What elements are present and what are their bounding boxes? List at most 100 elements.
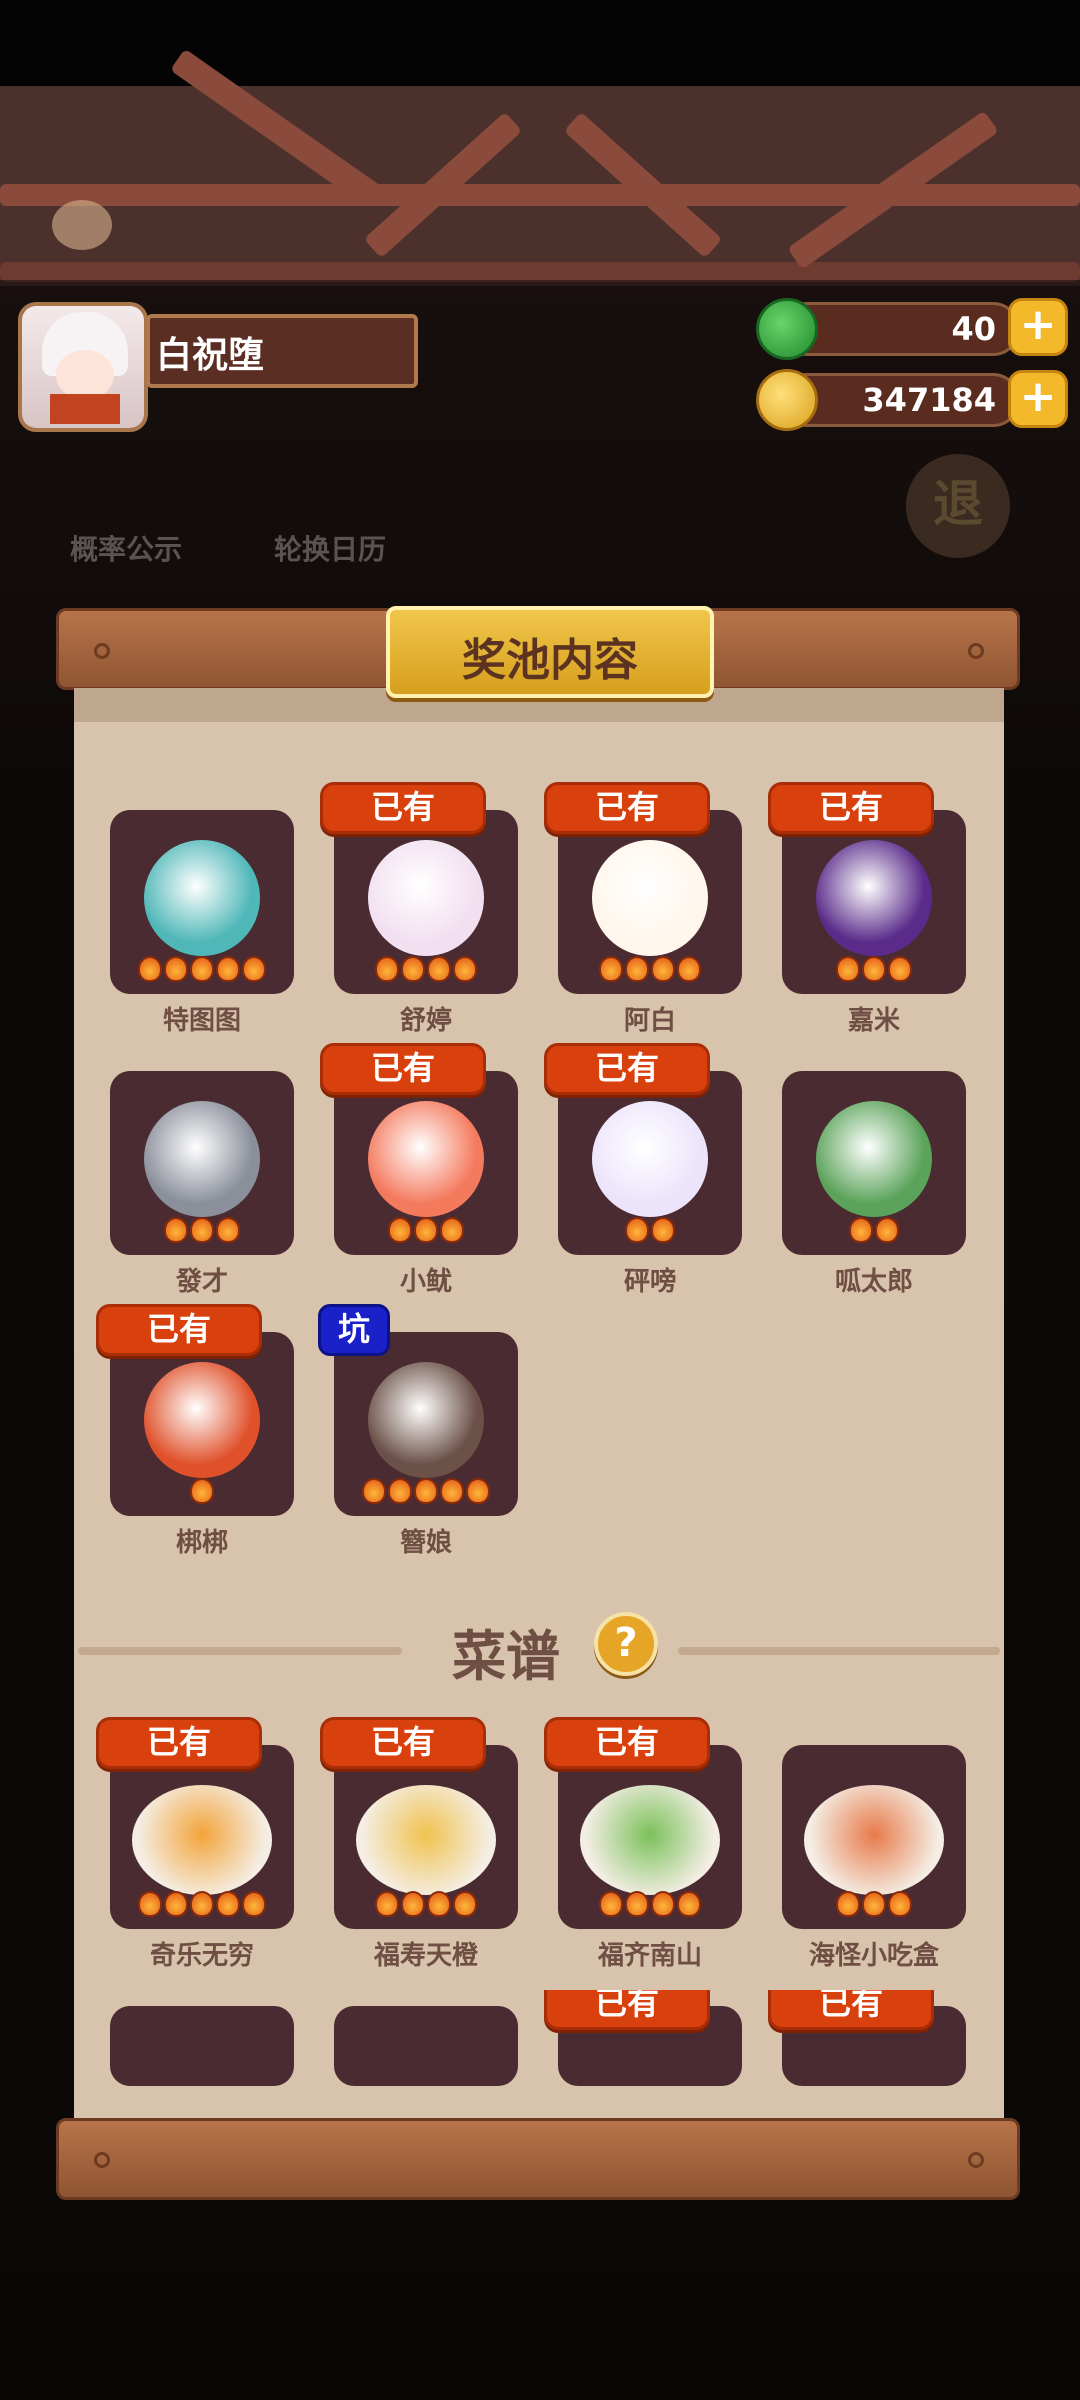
character-card[interactable] <box>782 810 966 994</box>
character-name: 小鱿 <box>399 1267 452 1297</box>
star-rating <box>334 1478 518 1506</box>
recipe-name: 海怪小吃盒 <box>808 1941 939 1971</box>
owned-badge: 已有 <box>320 1043 486 1095</box>
probability-label: 概率公示 <box>70 533 183 566</box>
character-card[interactable] <box>110 1071 294 1255</box>
flame-icon <box>427 956 451 982</box>
character-portrait <box>144 1101 260 1217</box>
character-portrait <box>592 840 708 956</box>
owned-badge: 已有 <box>768 782 934 834</box>
nail-icon <box>968 643 984 659</box>
dish-image <box>132 1785 272 1895</box>
flame-icon <box>401 1891 425 1917</box>
flame-icon <box>388 1478 412 1504</box>
character-name: 阿白 <box>623 1006 676 1036</box>
character-card[interactable] <box>558 810 742 994</box>
character-portrait <box>144 840 260 956</box>
flame-icon <box>625 1891 649 1917</box>
flame-icon <box>375 1891 399 1917</box>
jade-amount: 40 <box>951 310 996 348</box>
flame-icon <box>651 956 675 982</box>
recipe-card[interactable] <box>334 2006 518 2086</box>
flame-icon <box>677 1891 701 1917</box>
character-portrait <box>368 840 484 956</box>
character-card[interactable] <box>334 1071 518 1255</box>
add-coin-button[interactable]: + <box>1008 370 1068 428</box>
flame-icon <box>138 1891 162 1917</box>
divider-left <box>78 1647 402 1655</box>
recipe-name: 福寿天橙 <box>373 1941 478 1971</box>
flame-icon <box>401 956 425 982</box>
recipe-card[interactable] <box>334 1745 518 1929</box>
flame-icon <box>362 1478 386 1504</box>
flame-icon <box>242 1891 266 1917</box>
owned-badge: 已有 <box>320 782 486 834</box>
character-portrait <box>368 1362 484 1478</box>
star-rating <box>558 1891 742 1919</box>
flame-icon <box>849 1217 873 1243</box>
roof-beam <box>0 262 1080 282</box>
owned-badge: 已有 <box>544 1990 710 2030</box>
star-rating <box>110 1217 294 1245</box>
owned-badge: 已有 <box>320 1717 486 1769</box>
flame-icon <box>190 1891 214 1917</box>
flame-icon <box>677 956 701 982</box>
status-bar <box>0 0 1080 86</box>
flame-icon <box>862 956 886 982</box>
recipe-card[interactable] <box>110 1745 294 1929</box>
user-name: 白祝堕 <box>156 335 265 376</box>
flame-icon <box>216 956 240 982</box>
flame-icon <box>216 1891 240 1917</box>
recipe-name: 奇乐无穷 <box>149 1941 254 1971</box>
recipe-card[interactable] <box>782 1745 966 1929</box>
panel-title: 奖池内容 <box>462 635 638 686</box>
pit-badge: 坑 <box>318 1304 390 1356</box>
coin-amount: 347184 <box>862 381 996 419</box>
character-card[interactable] <box>110 1332 294 1516</box>
star-rating <box>782 1217 966 1245</box>
flame-icon <box>453 1891 477 1917</box>
flame-icon <box>190 956 214 982</box>
help-icon[interactable]: ? <box>594 1612 658 1676</box>
owned-badge: 已有 <box>544 782 710 834</box>
character-name: 發才 <box>175 1267 228 1297</box>
character-card[interactable] <box>334 810 518 994</box>
recipe-card[interactable] <box>110 2006 294 2086</box>
flame-icon <box>862 1891 886 1917</box>
flame-icon <box>164 1217 188 1243</box>
flame-icon <box>466 1478 490 1504</box>
character-card[interactable] <box>782 1071 966 1255</box>
nail-icon <box>968 2152 984 2168</box>
chick-decoration <box>52 200 112 250</box>
star-rating <box>334 1217 518 1245</box>
recipe-row-partial: 已有 已有 <box>74 1990 1004 2118</box>
flame-icon <box>414 1217 438 1243</box>
character-portrait <box>816 1101 932 1217</box>
character-name: 砰嗙 <box>623 1267 676 1297</box>
character-card[interactable] <box>334 1332 518 1516</box>
calendar-label: 轮换日历 <box>274 533 387 566</box>
character-card[interactable] <box>558 1071 742 1255</box>
flame-icon <box>651 1217 675 1243</box>
recipe-name: 福齐南山 <box>597 1941 702 1971</box>
character-card[interactable] <box>110 810 294 994</box>
flame-icon <box>440 1478 464 1504</box>
character-portrait <box>592 1101 708 1217</box>
star-rating <box>334 1891 518 1919</box>
flame-icon <box>242 956 266 982</box>
avatar[interactable] <box>18 302 148 432</box>
flame-icon <box>414 1478 438 1504</box>
character-name: 舒婷 <box>399 1006 452 1036</box>
character-portrait <box>368 1101 484 1217</box>
character-name: 特图图 <box>162 1006 241 1036</box>
add-jade-button[interactable]: + <box>1008 298 1068 356</box>
owned-badge: 已有 <box>96 1717 262 1769</box>
flame-icon <box>875 1217 899 1243</box>
flame-icon <box>440 1217 464 1243</box>
recipe-card[interactable] <box>558 1745 742 1929</box>
flame-icon <box>453 956 477 982</box>
star-rating <box>558 1217 742 1245</box>
star-rating <box>110 1891 294 1919</box>
recipe-section-title: 菜谱 <box>452 1625 560 1688</box>
star-rating <box>558 956 742 984</box>
